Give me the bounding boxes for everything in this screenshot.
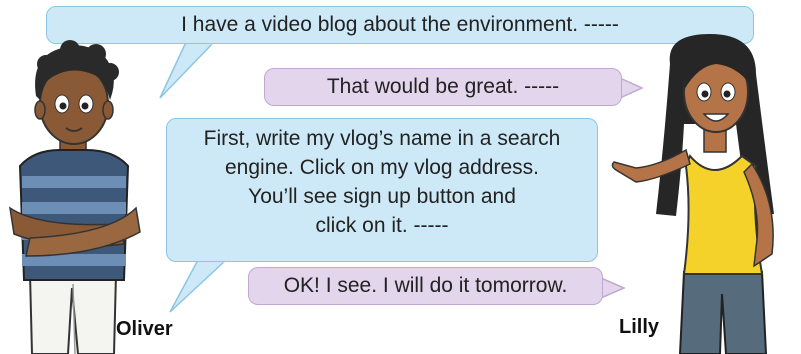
tail-oliver-2	[169, 259, 228, 313]
bubble-text: OK! I see. I will do it tomorrow.	[283, 274, 568, 297]
bubble-line: You’ll see sign up button and	[248, 185, 516, 208]
speech-bubble-oliver-2: First, write my vlog’s name in a search …	[166, 118, 598, 262]
dialogue-scene: I have a video blog about the environmen…	[0, 0, 801, 354]
bubble-line: click on it. -----	[315, 214, 449, 237]
lilly-illustration	[611, 34, 774, 354]
tail-oliver-1	[159, 41, 216, 99]
speaker-name-lilly: Lilly	[619, 316, 660, 338]
speech-bubble-lilly-1: That would be great. -----	[264, 68, 622, 106]
bubble-text: I have a video blog about the environmen…	[181, 13, 619, 36]
bubble-line: First, write my vlog’s name in a search	[203, 127, 561, 150]
bubble-line: engine. Click on my vlog address.	[225, 156, 539, 179]
oliver-illustration	[9, 40, 141, 354]
speaker-name-oliver: Oliver	[116, 318, 173, 340]
bubble-text: That would be great. -----	[326, 75, 560, 98]
speech-bubble-lilly-2: OK! I see. I will do it tomorrow.	[248, 267, 603, 305]
